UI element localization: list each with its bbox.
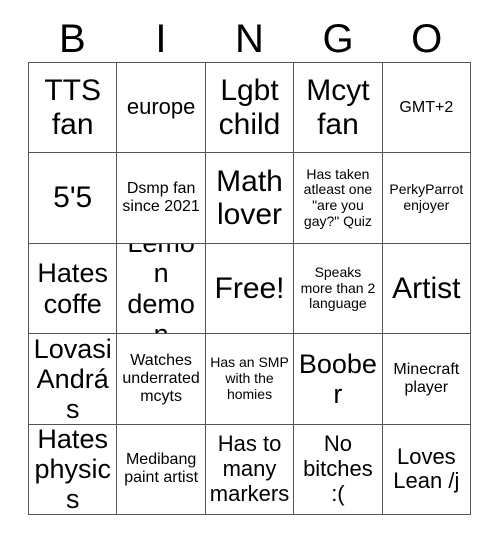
bingo-cell-g5[interactable]: No bitches :( [294,424,383,516]
bingo-cell-b4[interactable]: Lovasi András [29,334,118,425]
bingo-cell-label: 5'5 [53,181,93,215]
header-letter-o: O [411,17,443,61]
bingo-cell-label: Hates physics [34,424,111,515]
bingo-cell-label: Minecraft player [393,361,460,396]
bingo-cell-n5[interactable]: Has to many markers [205,424,295,516]
bingo-cell-o4[interactable]: Minecraft player [382,334,472,425]
bingo-cell-o1[interactable]: GMT+2 [382,63,472,154]
bingo-cell-label: GMT+2 [399,98,454,116]
bingo-cell-n2[interactable]: Math lover [205,153,295,244]
bingo-cell-label: Loves Lean /j [393,443,460,494]
bingo-cell-g4[interactable]: Boober [294,334,383,425]
bingo-row: Lovasi András Watches underrated mcyts H… [29,334,472,425]
bingo-cell-label: Has taken atleast one "are you gay?" Qui… [303,165,373,229]
bingo-card: B I N G O TTS fan europe Lgbt child Mcyt… [0,0,500,544]
bingo-cell-label: Watches underrated mcyts [122,352,200,405]
bingo-cell-i3[interactable]: Lemon demon [117,243,206,335]
bingo-header-row: B I N G O [28,16,471,62]
bingo-cell-o2[interactable]: PerkyParrot enjoyer [382,153,472,244]
bingo-row: TTS fan europe Lgbt child Mcyt fan GMT+2 [29,63,472,154]
bingo-cell-i4[interactable]: Watches underrated mcyts [117,334,206,425]
bingo-cell-b1[interactable]: TTS fan [29,63,118,154]
bingo-cell-i1[interactable]: europe [117,63,206,154]
bingo-cell-b5[interactable]: Hates physics [29,424,118,516]
bingo-cell-label: Free! [214,271,285,305]
bingo-cell-label: europe [126,94,196,120]
bingo-cell-label: Medibang paint artist [124,451,199,487]
header-letter-n: N [235,17,264,61]
bingo-cell-o3[interactable]: Artist [382,243,472,335]
header-letter-i: I [155,17,167,61]
bingo-row: Hates coffe Lemon demon Free! Speaks mor… [29,243,472,335]
bingo-grid: TTS fan europe Lgbt child Mcyt fan GMT+2… [28,62,472,516]
bingo-cell-i5[interactable]: Medibang paint artist [117,424,206,516]
bingo-cell-label: Artist [392,271,461,305]
bingo-cell-label: No bitches :( [303,431,373,506]
bingo-cell-label: Math lover [216,164,283,232]
header-letter-g: G [322,17,354,61]
bingo-cell-g2[interactable]: Has taken atleast one "are you gay?" Qui… [294,153,383,244]
bingo-cell-label: TTS fan [44,74,102,141]
bingo-row: 5'5 Dsmp fan since 2021 Math lover Has t… [29,153,472,244]
bingo-cell-label: Dsmp fan since 2021 [122,180,200,216]
bingo-cell-label: Boober [298,348,377,409]
bingo-cell-free[interactable]: Free! [205,243,295,335]
bingo-cell-b2[interactable]: 5'5 [29,153,118,244]
bingo-cell-i2[interactable]: Dsmp fan since 2021 [117,153,206,244]
bingo-cell-b3[interactable]: Hates coffe [29,243,118,335]
bingo-cell-g1[interactable]: Mcyt fan [294,63,383,154]
bingo-cell-label: Lovasi András [33,334,112,425]
header-letter-b: B [58,17,86,61]
bingo-cell-n4[interactable]: Has an SMP with the homies [205,334,295,425]
bingo-cell-o5[interactable]: Loves Lean /j [382,424,472,516]
bingo-cell-label: Mcyt fan [306,74,370,141]
bingo-cell-label: Hates coffe [37,258,108,319]
bingo-cell-label: Has an SMP with the homies [210,354,289,402]
bingo-cell-label: Lemon demon [127,244,195,335]
bingo-cell-label: Has to many markers [209,431,290,506]
bingo-cell-label: Speaks more than 2 language [300,264,376,312]
bingo-cell-label: PerkyParrot enjoyer [389,181,464,214]
bingo-cell-n1[interactable]: Lgbt child [205,63,295,154]
bingo-row: Hates physics Medibang paint artist Has … [29,424,472,516]
bingo-cell-g3[interactable]: Speaks more than 2 language [294,243,383,335]
bingo-cell-label: Lgbt child [218,74,281,141]
